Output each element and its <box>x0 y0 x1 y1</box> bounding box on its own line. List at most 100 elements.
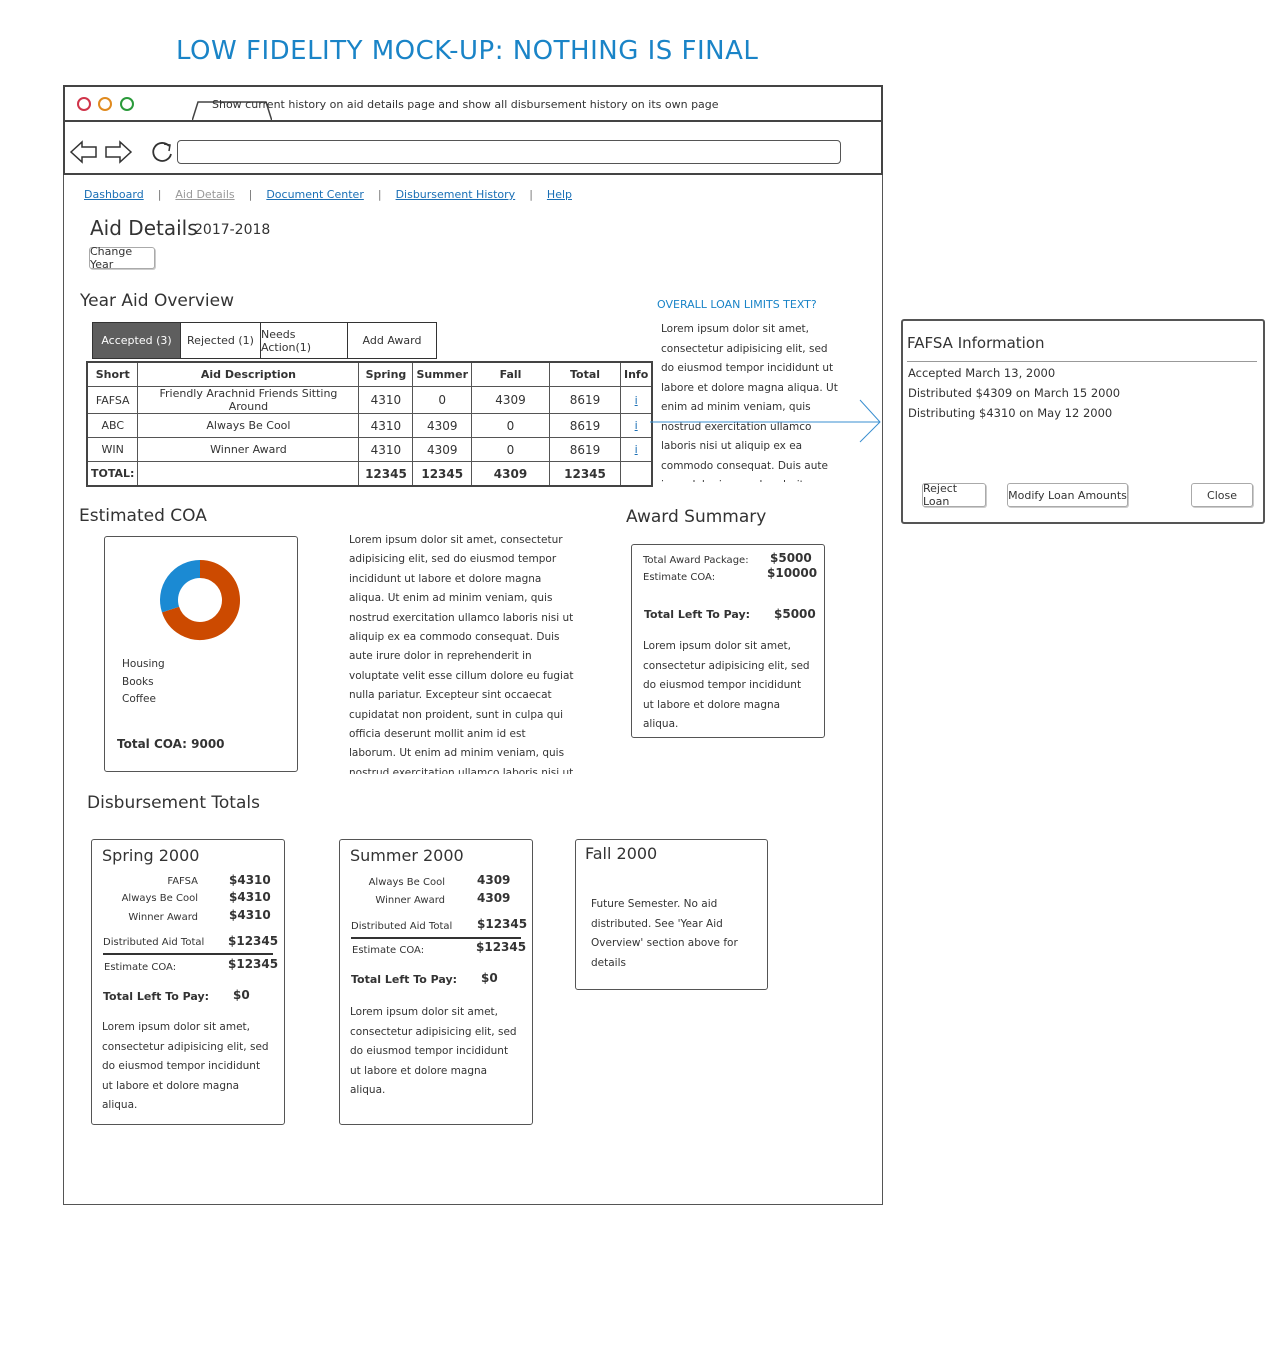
cell-summer: 4309 <box>412 437 472 462</box>
legend-item: Housing <box>122 658 165 670</box>
coa-legend: Housing Books Coffee <box>122 656 165 709</box>
donut-slice-books <box>160 560 201 613</box>
cell-summer: 4309 <box>412 413 472 438</box>
table-row: WIN Winner Award 4310 4309 0 8619 i <box>86 437 653 462</box>
divider <box>103 953 273 955</box>
nav-separator: | <box>157 188 162 201</box>
column-header: Total <box>549 361 621 387</box>
cell-total-summer: 12345 <box>412 461 472 487</box>
year-aid-overview-heading: Year Aid Overview <box>80 291 234 311</box>
cell-empty <box>620 461 653 487</box>
maximize-dot-icon[interactable] <box>120 97 134 111</box>
tab-add-award[interactable]: Add Award <box>347 322 437 359</box>
loan-limits-link[interactable]: OVERALL LOAN LIMITS TEXT? <box>657 298 817 311</box>
cell-fall: 0 <box>471 413 550 438</box>
close-button[interactable]: Close <box>1191 483 1253 507</box>
divider <box>907 361 1257 362</box>
change-year-button[interactable]: Change Year <box>89 245 155 271</box>
fafsa-accepted: Accepted March 13, 2000 <box>908 366 1056 380</box>
cell-total: 8619 <box>549 437 621 462</box>
summer-left-value: $0 <box>481 971 498 985</box>
cell-total-spring: 12345 <box>358 461 414 487</box>
column-header: Short <box>86 361 139 387</box>
award-summary-text: Lorem ipsum dolor sit amet, consectetur … <box>643 640 810 730</box>
nav-disbursement-history-link[interactable]: Disbursement History <box>396 188 516 201</box>
fafsa-distributing: Distributing $4310 on May 12 2000 <box>908 406 1113 420</box>
page-year: 2017-2018 <box>194 222 271 238</box>
spring-item-value: $4310 <box>229 890 271 904</box>
package-value: $5000 <box>770 551 812 565</box>
spring-left-label: Total Left To Pay: <box>103 990 210 1003</box>
cell-spring: 4310 <box>358 413 414 438</box>
spring-item-label: Always Be Cool <box>121 893 198 904</box>
url-bar[interactable] <box>177 140 841 164</box>
summer-dist-label: Distributed Aid Total <box>351 921 453 932</box>
summer-dist-value: $12345 <box>477 917 528 931</box>
spring-text: Lorem ipsum dolor sit amet, consectetur … <box>102 1021 269 1111</box>
summer-coa-value: $12345 <box>476 940 527 954</box>
spring-left-value: $0 <box>233 988 250 1002</box>
reject-loan-button[interactable]: Reject Loan <box>922 482 986 508</box>
spring-dist-value: $12345 <box>228 934 279 948</box>
package-label: Total Award Package: <box>643 555 749 566</box>
page-title: Aid Details <box>90 216 198 240</box>
cell-short: ABC <box>86 413 139 438</box>
info-link[interactable]: i <box>620 386 653 414</box>
summer-text: Lorem ipsum dolor sit amet, consectetur … <box>350 1006 517 1096</box>
spring-item-label: FAFSA <box>167 876 198 887</box>
spring-item-value: $4310 <box>229 873 271 887</box>
award-summary-heading: Award Summary <box>626 507 767 527</box>
aid-table: Short Aid Description Spring Summer Fall… <box>86 361 654 487</box>
divider <box>351 937 521 939</box>
summer-item-label: Winner Award <box>375 895 445 906</box>
page-nav: Dashboard | Aid Details | Document Cente… <box>84 188 586 201</box>
summer-coa-label: Estimate COA: <box>352 945 425 956</box>
column-header: Fall <box>471 361 550 387</box>
left-to-pay-value: $5000 <box>774 607 816 621</box>
spring-item-value: $4310 <box>229 908 271 922</box>
close-dot-icon[interactable] <box>77 97 91 111</box>
cell-fall: 0 <box>471 437 550 462</box>
coa-value: $10000 <box>767 566 818 580</box>
modify-loan-amounts-button[interactable]: Modify Loan Amounts <box>1007 483 1128 507</box>
reload-icon[interactable] <box>149 140 175 166</box>
cell-total-label: TOTAL: <box>86 461 139 487</box>
tab-accepted[interactable]: Accepted (3) <box>92 322 181 359</box>
nav-aid-details-link[interactable]: Aid Details <box>175 188 234 201</box>
fafsa-dialog-title: FAFSA Information <box>907 334 1045 352</box>
summer-left-label: Total Left To Pay: <box>351 973 458 986</box>
nav-help-link[interactable]: Help <box>547 188 572 201</box>
forward-arrow-icon[interactable] <box>103 140 133 164</box>
back-arrow-icon[interactable] <box>69 140 99 164</box>
spring-coa-label: Estimate COA: <box>104 962 177 973</box>
tab-rejected[interactable]: Rejected (1) <box>180 322 261 359</box>
fall-text: Future Semester. No aid distributed. See… <box>591 898 738 969</box>
info-link[interactable]: i <box>620 437 653 462</box>
fafsa-distributed: Distributed $4309 on March 15 2000 <box>908 386 1121 400</box>
table-total-row: TOTAL: 12345 12345 4309 12345 <box>86 461 653 487</box>
nav-separator: | <box>377 188 382 201</box>
legend-item: Coffee <box>122 693 156 705</box>
legend-item: Books <box>122 675 154 688</box>
mockup-banner: LOW FIDELITY MOCK-UP: NOTHING IS FINAL <box>176 36 759 66</box>
cell-total-total: 12345 <box>549 461 621 487</box>
spring-dist-label: Distributed Aid Total <box>103 937 205 948</box>
column-header: Aid Description <box>137 361 360 387</box>
nav-document-center-link[interactable]: Document Center <box>266 188 364 201</box>
minimize-dot-icon[interactable] <box>98 97 112 111</box>
coa-donut-chart <box>160 560 240 640</box>
nav-dashboard-link[interactable]: Dashboard <box>84 188 144 201</box>
table-row: ABC Always Be Cool 4310 4309 0 8619 i <box>86 413 653 438</box>
cell-total: 8619 <box>549 413 621 438</box>
spring-item-label: Winner Award <box>128 912 198 923</box>
summer-item-value: 4309 <box>477 891 511 905</box>
connector-arrow-icon <box>650 399 881 443</box>
tab-needs-action[interactable]: Needs Action(1) <box>260 322 348 359</box>
column-header: Spring <box>358 361 414 387</box>
coa-total: Total COA: 9000 <box>117 737 225 751</box>
info-link[interactable]: i <box>620 413 653 438</box>
browser-tab-title[interactable]: Show current history on aid details page… <box>212 98 719 111</box>
column-header: Info <box>620 361 653 387</box>
column-header: Summer <box>412 361 472 387</box>
summer-item-label: Always Be Cool <box>368 877 445 888</box>
